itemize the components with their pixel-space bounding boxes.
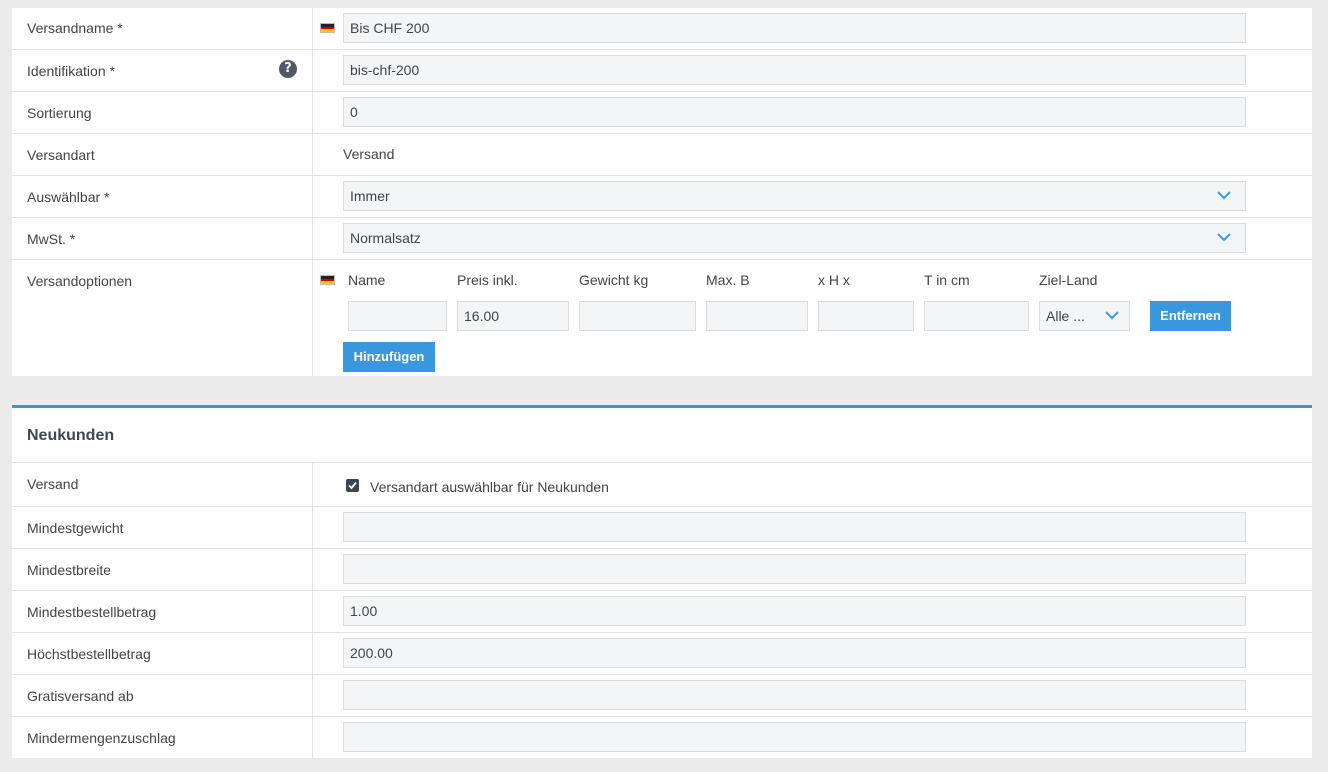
mindermengenzuschlag-label: Mindermengenzuschlag	[27, 730, 176, 746]
german-flag-icon	[320, 23, 335, 33]
row-nk-versand: Versand Versandart auswählbar für Neukun…	[12, 463, 1312, 507]
chevron-down-icon	[1217, 191, 1231, 200]
row-hoechstbestellbetrag: Höchstbestellbetrag 200.00	[12, 633, 1312, 675]
col-max-b: Max. B	[706, 272, 750, 288]
identifikation-label: Identifikation *	[27, 63, 115, 79]
option-weight-input[interactable]	[579, 301, 696, 331]
mindestbestellbetrag-label: Mindestbestellbetrag	[27, 604, 157, 620]
option-price-input[interactable]: 16.00	[457, 301, 569, 331]
auswaehlbar-select[interactable]: Immer	[343, 181, 1246, 211]
col-t: T in cm	[924, 272, 970, 288]
option-country-select[interactable]: Alle ...	[1039, 301, 1130, 331]
row-sortierung: Sortierung 0	[12, 92, 1312, 134]
versandoptionen-label: Versandoptionen	[27, 273, 133, 289]
chevron-down-icon	[1105, 311, 1119, 320]
row-versandart: Versandart Versand	[12, 134, 1312, 176]
versandart-value: Versand	[343, 146, 395, 162]
check-icon	[348, 481, 357, 490]
mindestbreite-input[interactable]	[343, 554, 1246, 584]
row-auswaehlbar: Auswählbar * Immer	[12, 176, 1312, 218]
mwst-value: Normalsatz	[350, 230, 421, 246]
row-identifikation: Identifikation * ? bis-chf-200	[12, 50, 1312, 92]
mindestgewicht-input[interactable]	[343, 512, 1246, 542]
sortierung-label: Sortierung	[27, 105, 92, 121]
versandname-input[interactable]: Bis CHF 200	[343, 13, 1246, 43]
mindestbreite-label: Mindestbreite	[27, 562, 112, 578]
col-name: Name	[348, 272, 386, 288]
mindestgewicht-label: Mindestgewicht	[27, 520, 124, 536]
option-h-input[interactable]	[818, 301, 914, 331]
help-icon[interactable]: ?	[279, 60, 297, 78]
row-versandname: Versandname * Bis CHF 200	[12, 8, 1312, 50]
german-flag-icon	[320, 275, 335, 285]
option-max-b-input[interactable]	[706, 301, 808, 331]
option-t-input[interactable]	[924, 301, 1029, 331]
option-country-value: Alle ...	[1046, 308, 1085, 324]
row-mindestgewicht: Mindestgewicht	[12, 507, 1312, 549]
hoechstbestellbetrag-input[interactable]: 200.00	[343, 638, 1246, 668]
row-mindestbestellbetrag: Mindestbestellbetrag 1.00	[12, 591, 1312, 633]
row-mindermengenzuschlag: Mindermengenzuschlag	[12, 717, 1312, 759]
mwst-select[interactable]: Normalsatz	[343, 223, 1246, 253]
remove-option-button[interactable]: Entfernen	[1150, 301, 1231, 331]
row-gratisversand: Gratisversand ab	[12, 675, 1312, 717]
row-mwst: MwSt. * Normalsatz	[12, 218, 1312, 260]
row-versandoptionen: Versandoptionen Name Preis inkl. Gewicht…	[12, 260, 1312, 376]
hoechstbestellbetrag-label: Höchstbestellbetrag	[27, 646, 151, 662]
gratisversand-input[interactable]	[343, 680, 1246, 710]
chevron-down-icon	[1217, 233, 1231, 242]
nk-versand-label: Versand	[27, 476, 79, 492]
newcustomers-header: Neukunden	[12, 408, 1312, 463]
checkbox-label: Versandart auswählbar für Neukunden	[370, 479, 609, 495]
gratisversand-label: Gratisversand ab	[27, 688, 134, 704]
shipping-panel: Versandname * Bis CHF 200 Identifikation…	[12, 8, 1312, 376]
newcustomers-panel: Neukunden Versand Versandart auswählbar …	[12, 405, 1312, 759]
newcustomer-checkbox[interactable]	[346, 479, 359, 492]
sortierung-input[interactable]: 0	[343, 97, 1246, 127]
section-title: Neukunden	[27, 427, 115, 444]
identifikation-input[interactable]: bis-chf-200	[343, 55, 1246, 85]
mwst-label: MwSt. *	[27, 231, 76, 247]
row-mindestbreite: Mindestbreite	[12, 549, 1312, 591]
mindestbestellbetrag-input[interactable]: 1.00	[343, 596, 1246, 626]
versandname-label: Versandname *	[27, 20, 123, 36]
add-option-button[interactable]: Hinzufügen	[343, 342, 435, 372]
col-h: x H x	[818, 272, 850, 288]
col-ziel-land: Ziel-Land	[1039, 272, 1098, 288]
versandart-label: Versandart	[27, 147, 95, 163]
mindermengenzuschlag-input[interactable]	[343, 722, 1246, 752]
option-name-input[interactable]	[348, 301, 447, 331]
col-preis: Preis inkl.	[457, 272, 518, 288]
col-gewicht: Gewicht kg	[579, 272, 649, 288]
auswaehlbar-label: Auswählbar *	[27, 189, 110, 205]
auswaehlbar-value: Immer	[350, 188, 390, 204]
